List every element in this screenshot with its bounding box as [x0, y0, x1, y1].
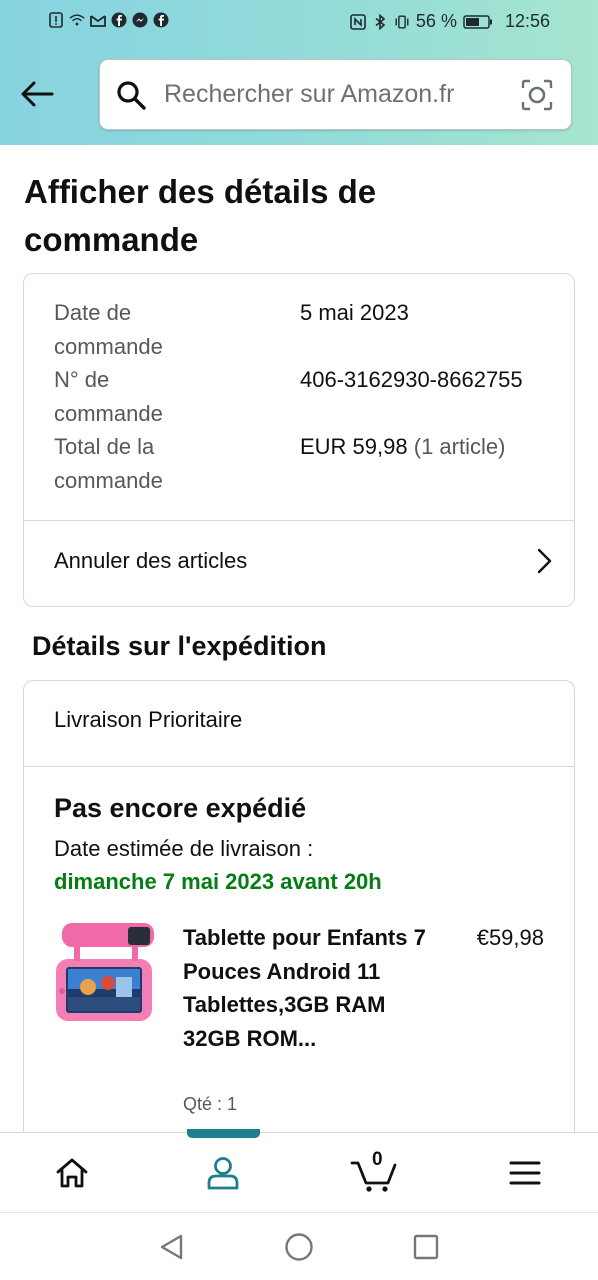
notification-icons [48, 12, 169, 28]
gmail-icon [90, 12, 106, 28]
order-date-row: Date de commande 5 mai 2023 [54, 296, 409, 364]
search-bar[interactable]: Rechercher sur Amazon.fr [99, 59, 572, 130]
order-date-value: 5 mai 2023 [300, 300, 409, 325]
nav-cart[interactable]: 0 [324, 1133, 424, 1213]
app-header: 56 % 12:56 Rechercher sur Amazon.fr [0, 0, 598, 145]
nav-account[interactable] [173, 1133, 273, 1213]
battery-percent: 56 % [415, 11, 457, 31]
cart-count: 0 [372, 1149, 383, 1170]
shipping-card: Livraison Prioritaire Pas encore expédié… [23, 680, 575, 1150]
vibrate-icon [394, 14, 410, 30]
estimated-delivery-label: Date estimée de livraison : [54, 836, 314, 861]
shipping-method: Livraison Prioritaire [54, 707, 243, 732]
circle-home-icon [285, 1233, 313, 1261]
nfc-icon [350, 13, 366, 30]
order-total-label: Total de la commande [54, 434, 163, 493]
estimated-delivery-date: dimanche 7 mai 2023 avant 20h [54, 869, 382, 894]
facebook-icon [111, 12, 127, 28]
shipment-status: Pas encore expédié [54, 793, 307, 823]
nav-home[interactable] [22, 1133, 122, 1213]
home-icon [56, 1158, 88, 1188]
search-icon [116, 80, 146, 115]
system-icons: 56 % 12:56 [350, 11, 550, 32]
nav-menu[interactable] [475, 1133, 575, 1213]
wifi-call-icon [69, 12, 85, 28]
system-navigation-bar [0, 1212, 598, 1280]
shipping-section-title: Détails sur l'expédition [32, 631, 327, 661]
square-recents-icon [413, 1234, 439, 1260]
page-title: Afficher des détails de commande [24, 173, 377, 258]
product-price: €59,98 [476, 925, 544, 950]
product-title[interactable]: Tablette pour Enfants 7 Pouces Android 1… [183, 921, 433, 1055]
menu-icon [509, 1161, 541, 1185]
order-total-amount: EUR 59,98 [300, 434, 408, 459]
back-button[interactable] [18, 75, 56, 113]
battery-icon [463, 14, 493, 30]
camera-scan-icon[interactable] [521, 79, 553, 116]
divider [24, 766, 574, 767]
order-total-value: EUR 59,98 (1 article) [300, 430, 505, 464]
facebook-icon [153, 12, 169, 28]
product-image[interactable] [54, 921, 158, 1025]
order-number-value: 406-3162930-8662755 [300, 367, 523, 392]
cancel-items-label: Annuler des articles [54, 548, 248, 573]
status-bar: 56 % 12:56 [0, 0, 598, 44]
chevron-right-icon [536, 548, 552, 579]
clock: 12:56 [504, 11, 550, 31]
system-recents-button[interactable] [410, 1231, 442, 1263]
order-number-row: N° de commande 406-3162930-8662755 [54, 363, 523, 431]
triangle-back-icon [160, 1234, 183, 1260]
order-summary-card: Date de commande 5 mai 2023 N° de comman… [23, 273, 575, 607]
order-number-label: N° de commande [54, 367, 163, 426]
arrow-left-icon [21, 81, 54, 107]
system-home-button[interactable] [283, 1231, 315, 1263]
product-quantity: Qté : 1 [183, 1094, 238, 1114]
cancel-items-row[interactable]: Annuler des articles [24, 521, 574, 607]
order-item-count: (1 article) [413, 434, 506, 459]
bottom-navigation: 0 [0, 1129, 598, 1213]
account-icon [207, 1157, 239, 1190]
order-total-row: Total de la commande EUR 59,98 (1 articl… [54, 430, 505, 498]
system-back-button[interactable] [156, 1231, 188, 1263]
search-input[interactable]: Rechercher sur Amazon.fr [164, 80, 454, 109]
alert-icon [48, 12, 64, 28]
messenger-icon [132, 12, 148, 28]
order-date-label: Date de commande [54, 300, 163, 359]
bluetooth-icon [372, 13, 388, 30]
